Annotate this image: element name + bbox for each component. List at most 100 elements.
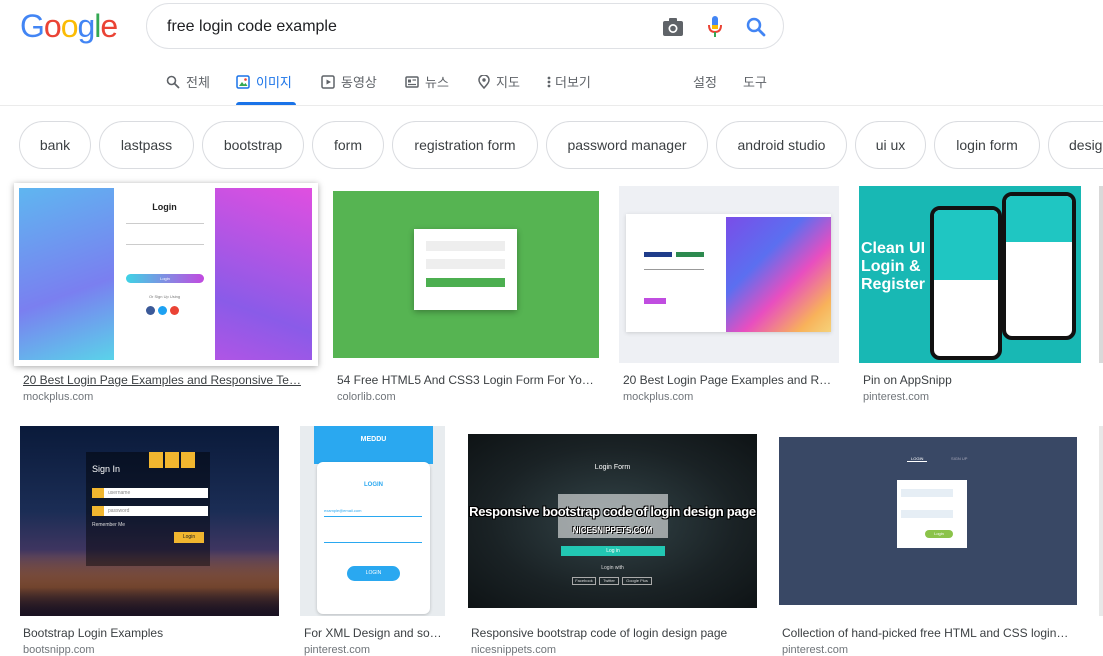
- thumb-text: Sign In: [92, 464, 121, 474]
- result-caption[interactable]: 54 Free HTML5 And CSS3 Login Form For Yo…: [337, 373, 599, 387]
- thumb-text: example@email.com: [324, 508, 362, 513]
- result-source[interactable]: pinterest.com: [304, 644, 370, 656]
- search-icon: [166, 75, 180, 89]
- result-thumbnail-8[interactable]: LOGIN SIGN UP Login: [779, 437, 1077, 605]
- next-result-edge: [1099, 186, 1103, 363]
- thumb-text: LOGIN: [364, 482, 383, 488]
- more-vert-icon: [547, 76, 551, 87]
- tab-more[interactable]: 더보기: [546, 58, 591, 105]
- thumb-text: LOGIN: [347, 566, 400, 581]
- thumb-text: NICESNIPPETS.COM: [572, 526, 653, 535]
- result-caption[interactable]: Responsive bootstrap code of login desig…: [471, 626, 761, 640]
- chip-bootstrap[interactable]: bootstrap: [202, 121, 304, 169]
- tab-label: 동영상: [341, 75, 377, 90]
- thumb-text: Responsive bootstrap code of login desig…: [469, 504, 756, 519]
- tab-settings[interactable]: 설정: [693, 58, 717, 105]
- result-source[interactable]: mockplus.com: [23, 391, 93, 403]
- search-input[interactable]: [167, 15, 637, 39]
- related-search-chips: bank lastpass bootstrap form registratio…: [0, 121, 1103, 171]
- result-thumbnail-6[interactable]: MEDDU LOGIN example@email.com LOGIN: [300, 426, 445, 616]
- result-source[interactable]: bootsnipp.com: [23, 644, 95, 656]
- result-thumbnail-7[interactable]: Login Form Responsive bootstrap code of …: [468, 434, 757, 608]
- tab-all[interactable]: 전체: [166, 58, 210, 105]
- thumb-text: Login &: [861, 258, 921, 275]
- thumb-text: Register: [861, 276, 926, 293]
- search-box: [146, 3, 784, 49]
- tab-images[interactable]: 이미지: [236, 58, 296, 105]
- chip-password-manager[interactable]: password manager: [546, 121, 708, 169]
- result-thumbnail-3[interactable]: [619, 186, 839, 363]
- tab-label: 더보기: [555, 75, 591, 90]
- news-icon: [405, 75, 419, 88]
- result-thumbnail-4[interactable]: Clean UI Login & Register: [859, 186, 1081, 363]
- login-card: Sign In username password Remember Me Lo…: [86, 452, 210, 566]
- tab-tools[interactable]: 도구: [743, 58, 767, 105]
- thumb-text: Login Form: [594, 464, 631, 471]
- tab-label: 설정: [693, 75, 717, 90]
- thumb-text: Or Sign Up Using: [148, 294, 181, 299]
- google-logo[interactable]: Google: [20, 8, 118, 45]
- map-pin-icon: [478, 74, 490, 89]
- result-caption[interactable]: 20 Best Login Page Examples and R…: [623, 373, 833, 387]
- microphone-icon[interactable]: [703, 15, 727, 39]
- thumb-text: Login: [126, 274, 204, 283]
- chip-login-form[interactable]: login form: [934, 121, 1040, 169]
- tab-news[interactable]: 뉴스: [405, 58, 449, 105]
- chip-design[interactable]: desig: [1048, 121, 1103, 169]
- tab-label: 전체: [186, 75, 210, 90]
- thumb-text: Login: [174, 532, 204, 543]
- result-caption[interactable]: 20 Best Login Page Examples and Responsi…: [23, 373, 303, 387]
- result-source[interactable]: mockplus.com: [623, 391, 693, 403]
- thumb-text: Google Plus: [622, 577, 652, 585]
- logo-letter: e: [100, 8, 118, 44]
- tab-videos[interactable]: 동영상: [321, 58, 377, 105]
- thumb-text: SIGN UP: [951, 456, 968, 461]
- chip-registration-form[interactable]: registration form: [392, 121, 538, 169]
- tab-label: 뉴스: [425, 75, 449, 90]
- result-thumbnail-2[interactable]: [333, 191, 599, 358]
- result-thumbnail-1[interactable]: Login Login Or Sign Up Using: [19, 188, 312, 360]
- camera-icon[interactable]: [661, 15, 685, 39]
- thumb-text: Remember Me: [92, 522, 126, 528]
- image-icon: [236, 74, 250, 89]
- thumb-text: Login with: [601, 565, 624, 571]
- chip-ui-ux[interactable]: ui ux: [855, 121, 926, 169]
- logo-letter: o: [60, 8, 79, 44]
- thumb-text: LOGIN: [907, 456, 928, 462]
- result-thumbnail-5[interactable]: Sign In username password Remember Me Lo…: [20, 426, 279, 616]
- result-source[interactable]: pinterest.com: [863, 391, 929, 403]
- thumb-headline: Clean UI Login & Register: [861, 240, 925, 294]
- login-card: Login Login Or Sign Up Using: [114, 188, 215, 360]
- thumb-text: Login: [925, 530, 953, 538]
- search-icon[interactable]: [744, 15, 768, 39]
- result-caption[interactable]: Collection of hand-picked free HTML and …: [782, 626, 1072, 640]
- thumb-text: password: [92, 506, 208, 516]
- logo-letter: o: [43, 8, 62, 44]
- logo-letter: G: [20, 8, 45, 44]
- login-card: [626, 214, 831, 332]
- chip-form[interactable]: form: [312, 121, 384, 169]
- tab-maps[interactable]: 지도: [478, 58, 520, 105]
- search-tabs: 전체 이미지 동영상 뉴스 지도 더보기 설정 도구: [0, 58, 1103, 106]
- chip-android-studio[interactable]: android studio: [716, 121, 847, 169]
- result-caption[interactable]: For XML Design and so…: [304, 626, 444, 640]
- next-result-edge: [1099, 426, 1103, 616]
- thumb-text: Facebook: [572, 577, 596, 585]
- chip-bank[interactable]: bank: [19, 121, 91, 169]
- thumb-text: Twitter: [599, 577, 619, 585]
- result-source[interactable]: pinterest.com: [782, 644, 848, 656]
- video-icon: [321, 74, 335, 89]
- phone-mockup: [930, 206, 1002, 360]
- login-card: Login: [897, 480, 967, 548]
- thumb-text: Clean UI: [861, 240, 926, 257]
- thumb-text: MEDDU: [314, 426, 433, 464]
- thumb-text: username: [92, 488, 208, 498]
- login-card: LOGIN example@email.com LOGIN: [317, 462, 430, 614]
- result-source[interactable]: nicesnippets.com: [471, 644, 556, 656]
- result-caption[interactable]: Pin on AppSnipp: [863, 373, 1073, 387]
- result-source[interactable]: colorlib.com: [337, 391, 396, 403]
- thumb-text: Log in: [561, 546, 665, 556]
- result-caption[interactable]: Bootstrap Login Examples: [23, 626, 273, 640]
- tab-label: 이미지: [256, 75, 292, 90]
- chip-lastpass[interactable]: lastpass: [99, 121, 194, 169]
